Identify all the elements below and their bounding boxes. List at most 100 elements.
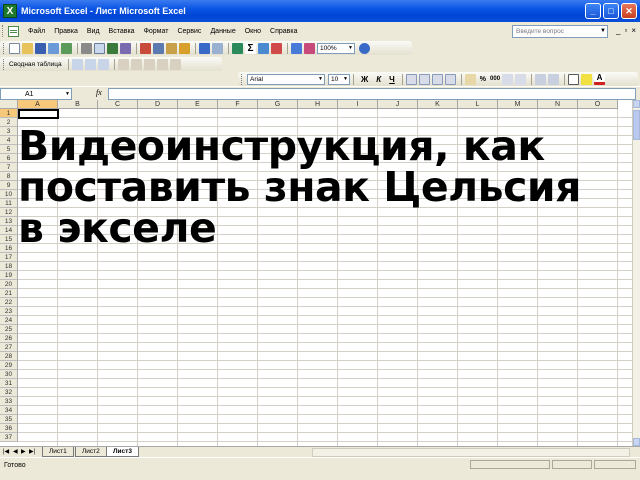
increase-decimal-icon[interactable] bbox=[502, 73, 514, 85]
doc-minimize-icon[interactable]: _ bbox=[616, 26, 620, 35]
pivot-chart-icon[interactable] bbox=[84, 58, 96, 70]
column-header-k[interactable]: K bbox=[418, 100, 458, 109]
thousands-button[interactable]: 000 bbox=[490, 76, 500, 82]
column-header-f[interactable]: F bbox=[218, 100, 258, 109]
align-right-icon[interactable] bbox=[431, 73, 443, 85]
decrease-decimal-icon[interactable] bbox=[515, 73, 527, 85]
select-all-button[interactable] bbox=[0, 100, 18, 109]
currency-icon[interactable] bbox=[464, 73, 476, 85]
paste-icon[interactable] bbox=[166, 42, 177, 54]
align-left-icon[interactable] bbox=[405, 73, 417, 85]
row-header-6[interactable]: 6 bbox=[0, 154, 18, 163]
chevron-down-icon[interactable]: ▼ bbox=[65, 91, 70, 97]
fill-color-icon[interactable] bbox=[581, 73, 593, 85]
menu-grip[interactable] bbox=[2, 25, 5, 37]
doc-restore-icon[interactable]: ▫ bbox=[624, 26, 627, 35]
format-painter-icon[interactable] bbox=[179, 42, 190, 54]
menu-data[interactable]: Данные bbox=[210, 28, 235, 35]
row-header-14[interactable]: 14 bbox=[0, 226, 18, 235]
open-folder-icon[interactable] bbox=[22, 42, 33, 54]
row-header-29[interactable]: 29 bbox=[0, 361, 18, 370]
row-header-24[interactable]: 24 bbox=[0, 316, 18, 325]
sheet-tab-2[interactable]: Лист2 bbox=[75, 447, 107, 457]
vertical-scroll-thumb[interactable] bbox=[633, 110, 640, 140]
column-header-b[interactable]: B bbox=[58, 100, 98, 109]
row-header-31[interactable]: 31 bbox=[0, 379, 18, 388]
refresh-icon[interactable] bbox=[143, 58, 155, 70]
last-sheet-icon[interactable]: ▶| bbox=[29, 448, 35, 455]
row-header-23[interactable]: 23 bbox=[0, 307, 18, 316]
row-header-5[interactable]: 5 bbox=[0, 145, 18, 154]
column-header-c[interactable]: C bbox=[98, 100, 138, 109]
excel-app-icon[interactable]: X bbox=[3, 4, 17, 18]
menu-file[interactable]: Файл bbox=[28, 28, 45, 35]
column-header-n[interactable]: N bbox=[538, 100, 578, 109]
sort-ascending-icon[interactable] bbox=[258, 42, 269, 54]
show-detail-icon[interactable] bbox=[130, 58, 142, 70]
merge-center-icon[interactable] bbox=[444, 73, 456, 85]
row-header-1[interactable]: 1 bbox=[0, 109, 18, 118]
zoom-select[interactable]: 100% ▼ bbox=[317, 42, 355, 54]
row-header-8[interactable]: 8 bbox=[0, 172, 18, 181]
permission-icon[interactable] bbox=[48, 42, 59, 54]
sheet-tab-3[interactable]: Лист3 bbox=[106, 447, 139, 457]
doc-close-icon[interactable]: × bbox=[631, 26, 636, 35]
row-header-35[interactable]: 35 bbox=[0, 415, 18, 424]
new-document-icon[interactable] bbox=[9, 42, 20, 54]
font-name-select[interactable]: Arial ▼ bbox=[247, 73, 325, 85]
row-header-26[interactable]: 26 bbox=[0, 334, 18, 343]
borders-icon[interactable] bbox=[568, 73, 580, 85]
align-center-icon[interactable] bbox=[418, 73, 430, 85]
chevron-down-icon[interactable]: ▼ bbox=[343, 76, 348, 82]
row-header-10[interactable]: 10 bbox=[0, 190, 18, 199]
row-header-20[interactable]: 20 bbox=[0, 280, 18, 289]
font-size-select[interactable]: 10 ▼ bbox=[328, 73, 350, 85]
chevron-down-icon[interactable]: ▼ bbox=[348, 45, 353, 51]
research-icon[interactable] bbox=[120, 42, 131, 54]
drawing-icon[interactable] bbox=[304, 42, 315, 54]
copy-icon[interactable] bbox=[153, 42, 164, 54]
row-header-21[interactable]: 21 bbox=[0, 289, 18, 298]
menu-format[interactable]: Формат bbox=[144, 28, 169, 35]
name-box[interactable]: A1 ▼ bbox=[0, 88, 72, 100]
row-header-18[interactable]: 18 bbox=[0, 262, 18, 271]
minimize-button[interactable]: _ bbox=[585, 3, 601, 19]
row-header-25[interactable]: 25 bbox=[0, 325, 18, 334]
scroll-up-icon[interactable] bbox=[633, 100, 640, 108]
column-header-d[interactable]: D bbox=[138, 100, 178, 109]
row-header-28[interactable]: 28 bbox=[0, 352, 18, 361]
menu-window[interactable]: Окно bbox=[245, 28, 261, 35]
font-color-icon[interactable]: A bbox=[594, 73, 606, 85]
row-header-33[interactable]: 33 bbox=[0, 397, 18, 406]
menu-insert[interactable]: Вставка bbox=[109, 28, 135, 35]
row-header-34[interactable]: 34 bbox=[0, 406, 18, 415]
toolbar-grip[interactable] bbox=[241, 73, 244, 85]
underline-button[interactable]: Ч bbox=[389, 75, 395, 84]
row-header-12[interactable]: 12 bbox=[0, 208, 18, 217]
hide-detail-icon[interactable] bbox=[117, 58, 129, 70]
decrease-indent-icon[interactable] bbox=[535, 73, 547, 85]
row-header-15[interactable]: 15 bbox=[0, 235, 18, 244]
field-list-icon[interactable] bbox=[169, 58, 181, 70]
insert-function-icon[interactable]: fx bbox=[96, 88, 102, 97]
horizontal-scrollbar[interactable] bbox=[312, 448, 630, 457]
help-icon[interactable] bbox=[359, 42, 370, 54]
email-icon[interactable] bbox=[61, 42, 72, 54]
column-header-h[interactable]: H bbox=[298, 100, 338, 109]
toolbar-grip[interactable] bbox=[3, 42, 6, 54]
menu-help[interactable]: Справка bbox=[270, 28, 297, 35]
workbook-icon[interactable] bbox=[8, 25, 19, 37]
row-header-37[interactable]: 37 bbox=[0, 433, 18, 442]
chart-wizard-icon[interactable] bbox=[291, 42, 302, 54]
scroll-down-icon[interactable] bbox=[633, 438, 640, 446]
print-preview-icon[interactable] bbox=[94, 42, 105, 54]
column-header-a[interactable]: A bbox=[18, 100, 58, 109]
format-report-icon[interactable] bbox=[71, 58, 83, 70]
row-header-16[interactable]: 16 bbox=[0, 244, 18, 253]
prev-sheet-icon[interactable]: ◀ bbox=[13, 448, 18, 455]
spelling-icon[interactable] bbox=[107, 42, 118, 54]
pivot-table-menu[interactable]: Сводная таблица bbox=[9, 61, 62, 68]
cut-icon[interactable] bbox=[140, 42, 151, 54]
next-sheet-icon[interactable]: ▶ bbox=[21, 448, 26, 455]
row-header-2[interactable]: 2 bbox=[0, 118, 18, 127]
